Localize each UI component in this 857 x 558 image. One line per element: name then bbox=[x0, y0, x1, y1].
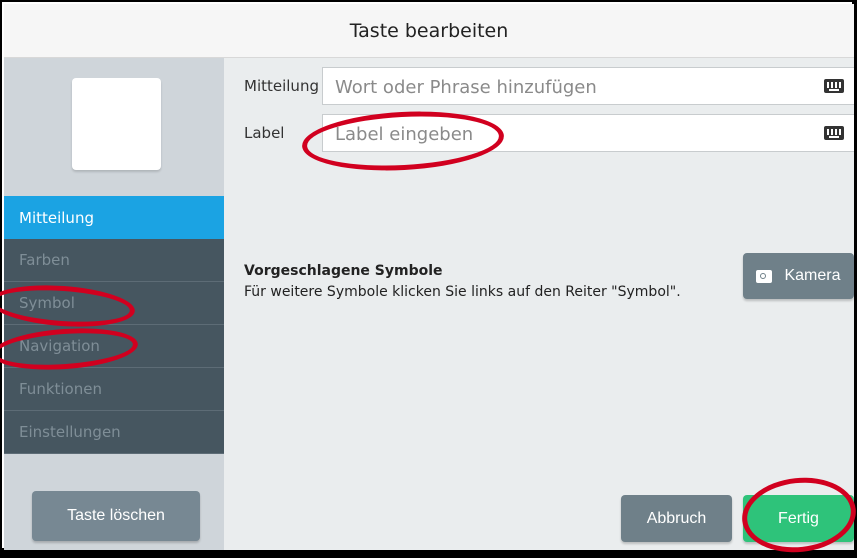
sidebar-item-funktionen[interactable]: Funktionen bbox=[4, 368, 224, 411]
sidebar-nav: Mitteilung Farben Symbol Navigation Funk… bbox=[4, 196, 234, 454]
sidebar-item-navigation[interactable]: Navigation bbox=[4, 325, 224, 368]
suggested-symbols-hint: Für weitere Symbole klicken Sie links au… bbox=[244, 284, 681, 300]
delete-button-button[interactable]: Taste löschen bbox=[32, 491, 200, 541]
label-label: Label bbox=[244, 124, 285, 142]
done-button[interactable]: Fertig bbox=[743, 495, 854, 542]
keyboard-icon[interactable] bbox=[824, 79, 844, 93]
camera-icon bbox=[756, 269, 773, 283]
cancel-button[interactable]: Abbruch bbox=[621, 495, 732, 542]
label-placeholder: Label eingeben bbox=[335, 124, 474, 145]
message-label: Mitteilung bbox=[244, 77, 319, 95]
suggested-symbols-title: Vorgeschlagene Symbole bbox=[244, 263, 443, 279]
label-input[interactable]: Label eingeben bbox=[322, 114, 854, 152]
message-placeholder: Wort oder Phrase hinzufügen bbox=[335, 77, 597, 98]
keyboard-icon[interactable] bbox=[824, 126, 844, 140]
dialog-title: Taste bearbeiten bbox=[349, 19, 509, 42]
button-preview bbox=[72, 78, 161, 170]
sidebar-item-farben[interactable]: Farben bbox=[4, 239, 224, 282]
sidebar: Mitteilung Farben Symbol Navigation Funk… bbox=[4, 58, 234, 550]
main-panel: Mitteilung Wort oder Phrase hinzufügen L… bbox=[224, 58, 854, 550]
label-row: Label Label eingeben bbox=[224, 114, 854, 154]
sidebar-item-mitteilung[interactable]: Mitteilung bbox=[4, 196, 234, 239]
dialog-window: Taste bearbeiten Mitteilung Farben Symbo… bbox=[0, 0, 857, 558]
message-row: Mitteilung Wort oder Phrase hinzufügen bbox=[224, 67, 854, 107]
sidebar-item-einstellungen[interactable]: Einstellungen bbox=[4, 411, 224, 454]
dialog-header: Taste bearbeiten bbox=[4, 4, 854, 58]
message-input[interactable]: Wort oder Phrase hinzufügen bbox=[322, 67, 854, 105]
camera-label: Kamera bbox=[784, 267, 841, 284]
camera-button[interactable]: Kamera bbox=[743, 253, 854, 299]
sidebar-item-symbol[interactable]: Symbol bbox=[4, 282, 224, 325]
